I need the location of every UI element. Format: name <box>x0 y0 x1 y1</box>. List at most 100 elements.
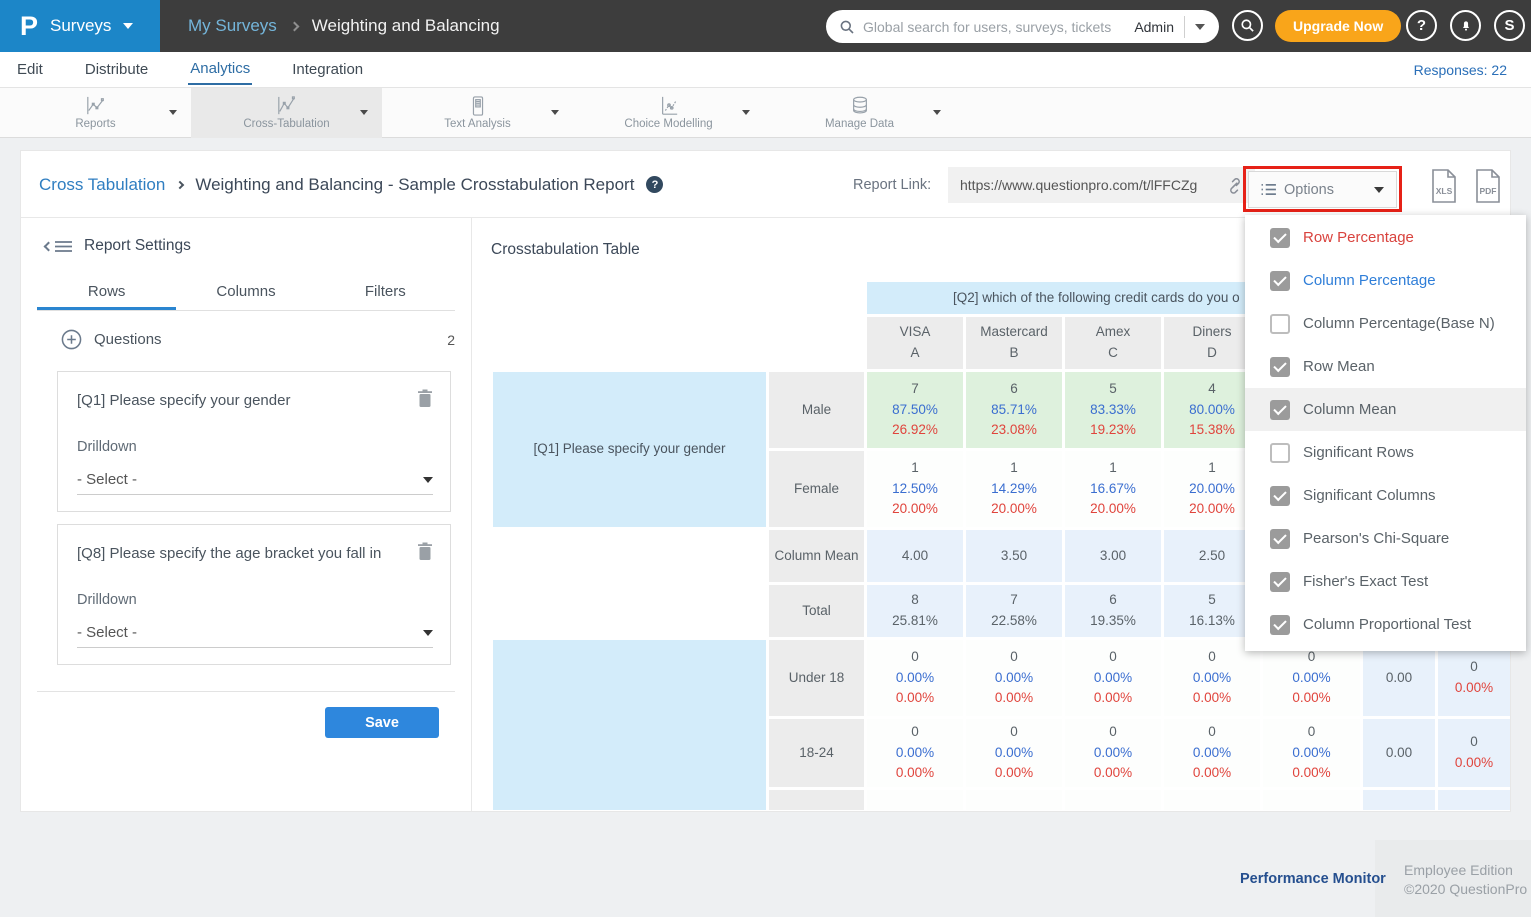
chevron-down-icon[interactable] <box>1195 24 1205 30</box>
chevron-down-icon[interactable] <box>360 110 368 115</box>
edition-info: Employee Edition ©2020 QuestionPro <box>1404 861 1527 899</box>
chevron-down-icon[interactable] <box>169 110 177 115</box>
panel-divider <box>471 218 472 812</box>
add-question-button[interactable] <box>61 329 82 350</box>
menu-icon <box>55 240 72 253</box>
copyright: ©2020 QuestionPro <box>1404 880 1527 899</box>
options-menu-item[interactable]: Column Proportional Test <box>1245 603 1526 646</box>
help-button[interactable]: ? <box>1406 10 1437 41</box>
page-title: Weighting and Balancing <box>312 16 500 36</box>
checkbox-checked-icon[interactable] <box>1270 271 1290 291</box>
save-button[interactable]: Save <box>325 707 439 738</box>
tab-filters[interactable]: Filters <box>316 279 455 310</box>
row-mean-cell: 0.00 <box>1363 640 1435 716</box>
data-cell: 00.00%0.00% <box>1263 640 1360 716</box>
chevron-down-icon[interactable] <box>551 110 559 115</box>
search-scope-label[interactable]: Admin <box>1134 19 1174 35</box>
bell-icon <box>1458 18 1474 34</box>
checkbox-checked-icon[interactable] <box>1270 529 1290 549</box>
report-link-url[interactable]: https://www.questionpro.com/t/lFFCZg <box>960 177 1225 193</box>
avatar[interactable]: S <box>1494 10 1525 41</box>
report-link-field[interactable]: https://www.questionpro.com/t/lFFCZg <box>948 167 1255 203</box>
subnav-edit[interactable]: Edit <box>15 55 45 84</box>
data-cell: 116.67%20.00% <box>1065 451 1161 527</box>
subnav-analytics[interactable]: Analytics <box>188 54 252 85</box>
tab-columns[interactable]: Columns <box>176 279 315 310</box>
checkbox-checked-icon[interactable] <box>1270 572 1290 592</box>
delete-question-button[interactable] <box>417 542 433 561</box>
notifications-button[interactable] <box>1450 10 1481 41</box>
options-menu-item[interactable]: Pearson's Chi-Square <box>1245 517 1526 560</box>
checkbox-unchecked-icon[interactable] <box>1270 443 1290 463</box>
subnav-integration[interactable]: Integration <box>290 55 365 84</box>
breadcrumb-my-surveys[interactable]: My Surveys <box>188 16 277 36</box>
crosstab-cell <box>769 790 864 810</box>
tab-manage-data[interactable]: Manage Data <box>764 88 955 138</box>
row-question-header: [Q1] Please specify your gender <box>493 372 766 527</box>
tab-cross-tabulation[interactable]: Cross-Tabulation <box>191 88 382 138</box>
questionpro-logo: P <box>20 13 38 40</box>
options-menu-item[interactable]: Significant Columns <box>1245 474 1526 517</box>
export-xls-button[interactable]: XLS <box>1429 169 1459 203</box>
data-cell: 114.29%20.00% <box>966 451 1062 527</box>
crosstab-cell <box>1263 790 1360 810</box>
settings-tabs: Rows Columns Filters <box>37 279 455 311</box>
help-icon[interactable]: ? <box>646 176 663 193</box>
total-cell: 722.58% <box>966 585 1062 637</box>
tab-choice-modelling[interactable]: Choice Modelling <box>573 88 764 138</box>
edition-label: Employee Edition <box>1404 861 1527 880</box>
checkbox-checked-icon[interactable] <box>1270 400 1290 420</box>
menu-item-label: Pearson's Chi-Square <box>1303 530 1449 547</box>
checkbox-checked-icon[interactable] <box>1270 486 1290 506</box>
options-menu-item[interactable]: Column Percentage <box>1245 259 1526 302</box>
data-cell: 00.00%0.00% <box>1164 640 1260 716</box>
responses-count: Responses: 22 <box>1414 62 1507 78</box>
menu-item-label: Significant Rows <box>1303 444 1414 461</box>
options-menu-item[interactable]: Row Percentage <box>1245 216 1526 259</box>
options-menu-item[interactable]: Column Percentage(Base N) <box>1245 302 1526 345</box>
data-cell: 583.33%19.23% <box>1065 372 1161 448</box>
options-menu-item[interactable]: Row Mean <box>1245 345 1526 388</box>
chevron-down-icon[interactable] <box>933 110 941 115</box>
row-label: Column Mean <box>769 530 864 582</box>
options-menu-item[interactable]: Significant Rows <box>1245 431 1526 474</box>
options-button[interactable]: Options <box>1248 171 1397 208</box>
subnav-distribute[interactable]: Distribute <box>83 55 150 84</box>
brand-menu[interactable]: P Surveys <box>0 0 160 52</box>
tab-rows[interactable]: Rows <box>37 279 176 310</box>
chevron-down-icon <box>1374 187 1384 193</box>
collapse-panel-button[interactable] <box>45 240 72 253</box>
menu-item-label: Row Percentage <box>1303 229 1414 246</box>
checkbox-checked-icon[interactable] <box>1270 228 1290 248</box>
crosstab-cell <box>1363 790 1435 810</box>
top-navbar: P Surveys My Surveys Weighting and Balan… <box>0 0 1531 52</box>
checkbox-checked-icon[interactable] <box>1270 615 1290 635</box>
data-cell: 112.50%20.00% <box>867 451 963 527</box>
cross-tabulation-link[interactable]: Cross Tabulation <box>39 175 165 195</box>
checkbox-unchecked-icon[interactable] <box>1270 314 1290 334</box>
search-button[interactable] <box>1232 10 1263 41</box>
question-card-q8: [Q8] Please specify the age bracket you … <box>57 524 451 665</box>
svg-text:XLS: XLS <box>1436 186 1453 196</box>
tab-reports[interactable]: Reports <box>0 88 191 138</box>
link-icon[interactable] <box>1225 175 1245 195</box>
upgrade-now-button[interactable]: Upgrade Now <box>1275 10 1401 42</box>
settings-title: Report Settings <box>84 237 191 255</box>
crosstab-cell <box>493 585 766 637</box>
search-input[interactable] <box>863 19 1134 35</box>
options-menu-item[interactable]: Column Mean <box>1245 388 1526 431</box>
options-menu-item[interactable]: Fisher's Exact Test <box>1245 560 1526 603</box>
export-pdf-button[interactable]: PDF <box>1473 169 1503 203</box>
drilldown-select[interactable]: - Select - <box>77 618 433 648</box>
checkbox-checked-icon[interactable] <box>1270 357 1290 377</box>
chevron-down-icon <box>423 630 433 636</box>
performance-monitor-link[interactable]: Performance Monitor <box>1240 871 1386 887</box>
tab-text-analysis[interactable]: Text Analysis <box>382 88 573 138</box>
drilldown-label: Drilldown <box>77 592 137 608</box>
database-icon <box>849 96 871 116</box>
delete-question-button[interactable] <box>417 389 433 408</box>
drilldown-select[interactable]: - Select - <box>77 465 433 495</box>
report-header: Cross Tabulation Weighting and Balancing… <box>21 151 1511 218</box>
data-cell: 00.00%0.00% <box>1065 719 1161 787</box>
chevron-down-icon[interactable] <box>742 110 750 115</box>
